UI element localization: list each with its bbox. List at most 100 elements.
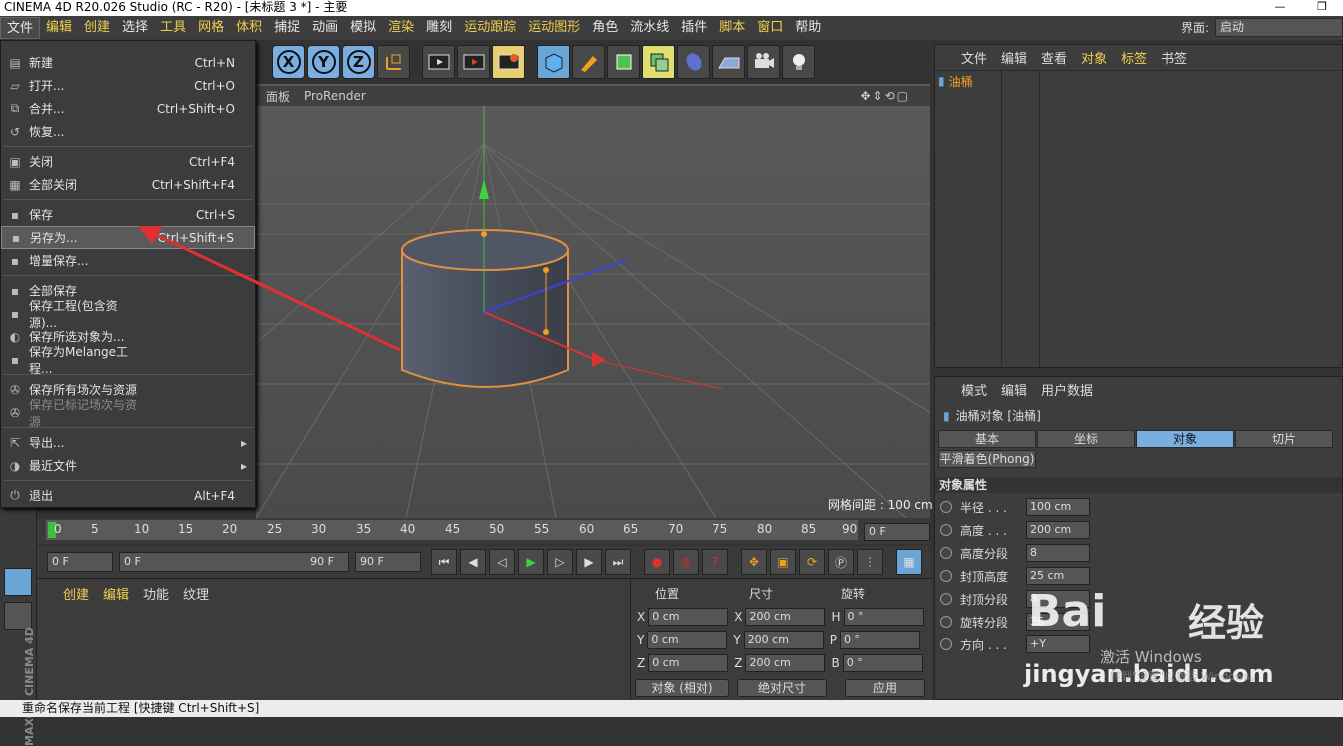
menu-create[interactable]: 创建 bbox=[78, 17, 116, 39]
next-key-icon[interactable]: ▶ bbox=[576, 549, 602, 575]
coordinate-system-icon[interactable] bbox=[377, 45, 410, 79]
floor-icon[interactable] bbox=[712, 45, 745, 79]
attr-menu-edit[interactable]: 编辑 bbox=[1001, 380, 1027, 399]
height-segments-field[interactable]: 8 bbox=[1026, 544, 1090, 562]
camera-icon[interactable] bbox=[747, 45, 780, 79]
object-menu-view[interactable]: 查看 bbox=[1041, 48, 1067, 67]
menu-item-quit[interactable]: ⏻ 退出 Alt+F4 bbox=[1, 484, 255, 507]
material-menu-edit[interactable]: 编辑 bbox=[103, 584, 129, 603]
keyframe-selection-icon[interactable]: ? bbox=[702, 549, 728, 575]
object-menu-file[interactable]: 文件 bbox=[961, 48, 987, 67]
size-x-field[interactable]: 200 cm bbox=[745, 608, 826, 626]
menu-motion-tracking[interactable]: 运动跟踪 bbox=[458, 17, 522, 39]
tab-coordinates[interactable]: 坐标 bbox=[1037, 430, 1135, 448]
viewport-nav-icons[interactable]: ✥⇕⟲▢ bbox=[860, 89, 910, 103]
attr-menu-mode[interactable]: 模式 bbox=[961, 380, 987, 399]
menu-item-new[interactable]: ▤ 新建 Ctrl+N bbox=[1, 51, 255, 74]
position-x-field[interactable]: 0 cm bbox=[648, 608, 729, 626]
next-frame-icon[interactable]: ▷ bbox=[547, 549, 573, 575]
position-key-icon[interactable]: ✥ bbox=[741, 549, 767, 575]
light-icon[interactable] bbox=[782, 45, 815, 79]
z-axis-button[interactable]: Z bbox=[342, 45, 375, 79]
uv-mode-icon[interactable] bbox=[4, 602, 32, 630]
deformer-icon[interactable] bbox=[677, 45, 710, 79]
rotation-p-field[interactable]: 0 ° bbox=[839, 631, 920, 649]
pen-spline-icon[interactable] bbox=[572, 45, 605, 79]
cube-icon[interactable] bbox=[537, 45, 570, 79]
material-menu-texture[interactable]: 纹理 bbox=[183, 584, 209, 603]
menu-simulate[interactable]: 模拟 bbox=[344, 17, 382, 39]
play-icon[interactable]: ▶ bbox=[518, 549, 544, 575]
animate-dot-icon[interactable] bbox=[940, 524, 952, 536]
animate-dot-icon[interactable] bbox=[940, 638, 952, 650]
coord-mode-dropdown[interactable]: 对象 (相对) bbox=[635, 679, 729, 697]
tab-slice[interactable]: 切片 bbox=[1235, 430, 1333, 448]
tab-phong[interactable]: 平滑着色(Phong) bbox=[938, 450, 1036, 468]
minimize-button[interactable]: — bbox=[1259, 0, 1301, 14]
go-to-start-icon[interactable]: ⏮ bbox=[431, 549, 457, 575]
timeline-ruler[interactable]: 0 5 10 15 20 25 30 35 40 45 50 55 60 65 … bbox=[46, 520, 858, 540]
parameter-key-icon[interactable]: Ⓟ bbox=[828, 549, 854, 575]
menu-pipeline[interactable]: 流水线 bbox=[624, 17, 675, 39]
undo-icon[interactable] bbox=[256, 45, 270, 79]
animate-dot-icon[interactable] bbox=[940, 593, 952, 605]
material-menu-create[interactable]: 创建 bbox=[63, 584, 89, 603]
subdivision-icon[interactable] bbox=[607, 45, 640, 79]
menu-plugins[interactable]: 插件 bbox=[675, 17, 713, 39]
tab-basic[interactable]: 基本 bbox=[938, 430, 1036, 448]
menu-item-close-all[interactable]: ▦ 全部关闭 Ctrl+Shift+F4 bbox=[1, 173, 255, 196]
animate-dot-icon[interactable] bbox=[940, 616, 952, 628]
rotation-h-field[interactable]: 0 ° bbox=[843, 608, 924, 626]
position-z-field[interactable]: 0 cm bbox=[648, 654, 729, 672]
menu-snap[interactable]: 捕捉 bbox=[268, 17, 306, 39]
interface-dropdown[interactable]: 启动 bbox=[1215, 18, 1343, 37]
menu-edit[interactable]: 编辑 bbox=[40, 17, 78, 39]
object-menu-bookmarks[interactable]: 书签 bbox=[1161, 48, 1187, 67]
menu-item-merge[interactable]: ⧉ 合并... Ctrl+Shift+O bbox=[1, 97, 255, 120]
radius-field[interactable]: 100 cm bbox=[1026, 498, 1090, 516]
point-level-icon[interactable]: ⋮ bbox=[857, 549, 883, 575]
menu-character[interactable]: 角色 bbox=[586, 17, 624, 39]
menu-window[interactable]: 窗口 bbox=[751, 17, 789, 39]
timeline-window-icon[interactable]: ▦ bbox=[896, 549, 922, 575]
menu-script[interactable]: 脚本 bbox=[713, 17, 751, 39]
attr-menu-user-data[interactable]: 用户数据 bbox=[1041, 380, 1093, 399]
mesh-mode-icon[interactable] bbox=[4, 568, 32, 596]
tab-object[interactable]: 对象 bbox=[1136, 430, 1234, 448]
object-menu-edit[interactable]: 编辑 bbox=[1001, 48, 1027, 67]
menu-mograph[interactable]: 运动图形 bbox=[522, 17, 586, 39]
end-frame-field[interactable]: 90 F bbox=[355, 552, 421, 572]
menu-select[interactable]: 选择 bbox=[116, 17, 154, 39]
apply-button[interactable]: 应用 bbox=[845, 679, 925, 697]
current-frame-field[interactable]: 0 F bbox=[864, 523, 930, 541]
viewport-menu-prorender[interactable]: ProRender bbox=[304, 89, 366, 103]
menu-render[interactable]: 渲染 bbox=[382, 17, 420, 39]
menu-item-revert[interactable]: ↺ 恢复... bbox=[1, 120, 255, 143]
autokey-icon[interactable]: ◎ bbox=[673, 549, 699, 575]
menu-item-recent-files[interactable]: ◑ 最近文件 ▸ bbox=[1, 454, 255, 477]
animate-dot-icon[interactable] bbox=[940, 547, 952, 559]
menu-file[interactable]: 文件 bbox=[0, 17, 41, 39]
height-field[interactable]: 200 cm bbox=[1026, 521, 1090, 539]
object-menu-objects[interactable]: 对象 bbox=[1081, 48, 1107, 67]
size-z-field[interactable]: 200 cm bbox=[745, 654, 826, 672]
y-axis-button[interactable]: Y bbox=[307, 45, 340, 79]
render-to-picture-viewer-icon[interactable] bbox=[457, 45, 490, 79]
size-y-field[interactable]: 200 cm bbox=[743, 631, 824, 649]
object-menu-tags[interactable]: 标签 bbox=[1121, 48, 1147, 67]
menu-volume[interactable]: 体积 bbox=[230, 17, 268, 39]
render-view-icon[interactable] bbox=[422, 45, 455, 79]
x-axis-button[interactable]: X bbox=[272, 45, 305, 79]
go-to-end-icon[interactable]: ⏭ bbox=[605, 549, 631, 575]
position-y-field[interactable]: 0 cm bbox=[647, 631, 728, 649]
record-icon[interactable]: ● bbox=[644, 549, 670, 575]
material-menu-function[interactable]: 功能 bbox=[143, 584, 169, 603]
scale-key-icon[interactable]: ▣ bbox=[770, 549, 796, 575]
menu-item-close[interactable]: ▣ 关闭 Ctrl+F4 bbox=[1, 150, 255, 173]
menu-mesh[interactable]: 网格 bbox=[192, 17, 230, 39]
render-settings-icon[interactable] bbox=[492, 45, 525, 79]
object-row-oil-tank[interactable]: ▮ 油桶 bbox=[938, 72, 1038, 90]
previous-frame-icon[interactable]: ◁ bbox=[489, 549, 515, 575]
menu-animate[interactable]: 动画 bbox=[306, 17, 344, 39]
start-frame-field[interactable]: 0 F bbox=[47, 552, 113, 572]
